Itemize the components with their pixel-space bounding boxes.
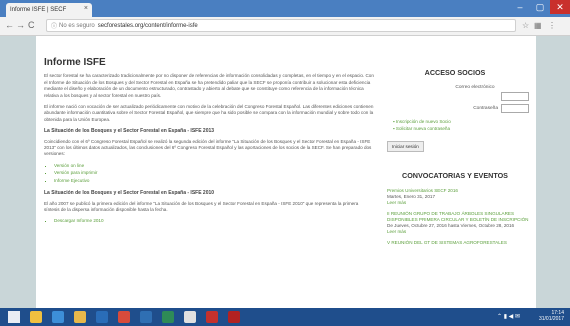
word-icon[interactable] — [140, 311, 152, 323]
read-more-link[interactable]: Leer más — [387, 229, 529, 235]
page-background: Informe ISFE El sector forestal se ha ca… — [0, 36, 570, 308]
link-online-version[interactable]: Versión on line — [54, 163, 374, 169]
info-icon[interactable]: ⓘ — [51, 21, 57, 30]
chrome-icon[interactable] — [184, 311, 196, 323]
content-area: Informe ISFE El sector forestal se ha ca… — [36, 36, 536, 308]
menu-icon[interactable]: ⋮ — [548, 21, 556, 30]
password-row: Contraseña — [381, 104, 529, 113]
acrobat-icon[interactable] — [228, 311, 240, 323]
main-column: Informe ISFE El sector forestal se ha ca… — [44, 57, 374, 231]
folder-icon[interactable] — [30, 311, 42, 323]
powerpoint-icon[interactable] — [118, 311, 130, 323]
event-title[interactable]: V REUNIÓN DEL GT DE SISTEMAS AGROFORESTA… — [387, 240, 529, 246]
extension-icon[interactable]: ▦ — [534, 21, 542, 30]
read-more-link[interactable]: Leer más — [387, 200, 529, 206]
link-download-2010[interactable]: Descargar Informe 2010 — [54, 218, 374, 224]
page-title: Informe ISFE — [44, 57, 106, 68]
minimize-icon[interactable]: – — [510, 0, 530, 14]
ie-browser-icon[interactable] — [52, 311, 64, 323]
edition-2013-paragraph: Coincidiendo con el 6º Congreso Forestal… — [44, 138, 372, 157]
email-label: Correo electrónico — [455, 85, 495, 90]
intro-paragraph: El sector forestal se ha caracterizado t… — [44, 73, 374, 98]
clock-date: 31/01/2017 — [538, 316, 564, 322]
email-field[interactable] — [501, 92, 529, 101]
link-register[interactable]: ▪ Inscripción de nuevo Socio — [393, 118, 529, 125]
star-icon[interactable]: ☆ — [522, 21, 529, 30]
list-item: II REUNIÓN GRUPO DE TRABAJO ÁRBOLES SING… — [387, 211, 529, 235]
login-links: ▪ Inscripción de nuevo Socio ▪ Solicitar… — [393, 118, 529, 132]
clock[interactable]: 17:14 31/01/2017 — [539, 310, 564, 322]
event-date: De Jueves, Octubre 27, 2016 hasta Vierne… — [387, 223, 515, 228]
browser-tab[interactable]: Informe ISFE | SECF × — [6, 3, 92, 17]
sidebar: ACCESO SOCIOS Correo electrónico Contras… — [381, 60, 529, 251]
password-field[interactable] — [501, 104, 529, 113]
close-window-icon[interactable]: ✕ — [550, 0, 570, 14]
address-bar: ← → C ⓘ No es seguro secforestales.org/c… — [0, 17, 570, 36]
history-paragraph: El informe nació con vocación de ser act… — [44, 104, 374, 122]
list-item: V REUNIÓN DEL GT DE SISTEMAS AGROFORESTA… — [387, 240, 529, 246]
taskbar: ⌃ ▮ ◀ ✉ 17:14 31/01/2017 — [0, 308, 570, 326]
back-icon[interactable]: ← — [5, 20, 14, 30]
forward-icon[interactable]: → — [16, 20, 25, 30]
events-title: CONVOCATORIAS Y EVENTOS — [402, 171, 508, 180]
reload-icon[interactable]: C — [28, 20, 35, 30]
windows-start-icon[interactable] — [8, 311, 20, 323]
link-new-password[interactable]: ▪ Solicitar nueva contraseña — [393, 125, 529, 132]
system-tray[interactable]: ⌃ ▮ ◀ ✉ — [497, 313, 520, 320]
explorer-icon[interactable] — [74, 311, 86, 323]
section-heading-2013: La Situación de los Bosques y el Sector … — [44, 128, 215, 135]
link-new-password-label: Solicitar nueva contraseña — [395, 126, 451, 131]
email-row — [381, 92, 529, 101]
edition-2010-paragraph: El año 2007 se publicó la primera edició… — [44, 200, 359, 212]
link-print-version[interactable]: Versión para imprimir — [54, 170, 374, 176]
browser-titlebar: Informe ISFE | SECF × – ▢ ✕ — [0, 0, 570, 17]
close-tab-icon[interactable]: × — [84, 5, 88, 12]
media-icon[interactable] — [96, 311, 108, 323]
login-button[interactable]: Iniciar sesión — [387, 141, 424, 152]
tab-title: Informe ISFE | SECF — [10, 7, 67, 13]
security-label: No es seguro — [59, 22, 95, 29]
url-input[interactable]: ⓘ No es seguro secforestales.org/content… — [46, 19, 516, 32]
maximize-icon[interactable]: ▢ — [530, 0, 550, 14]
list-2013: Versión on line Versión para imprimir In… — [44, 163, 374, 184]
password-label: Contraseña — [473, 106, 498, 111]
link-executive-report[interactable]: Informe Ejecutivo — [54, 178, 374, 184]
list-2010: Descargar Informe 2010 — [44, 218, 374, 224]
list-item: Premios Universitarios SECF 2016 Martes,… — [387, 188, 529, 206]
login-title: ACCESO SOCIOS — [424, 68, 486, 77]
excel-icon[interactable] — [162, 311, 174, 323]
url-text: secforestales.org/content/informe-isfe — [97, 22, 198, 29]
link-register-label: Inscripción de nuevo Socio — [395, 119, 451, 124]
events-list: Premios Universitarios SECF 2016 Martes,… — [387, 188, 529, 246]
app-icon[interactable] — [206, 311, 218, 323]
section-heading-2010: La Situación de los Bosques y el Sector … — [44, 190, 215, 197]
event-title[interactable]: II REUNIÓN GRUPO DE TRABAJO ÁRBOLES SING… — [387, 211, 529, 223]
